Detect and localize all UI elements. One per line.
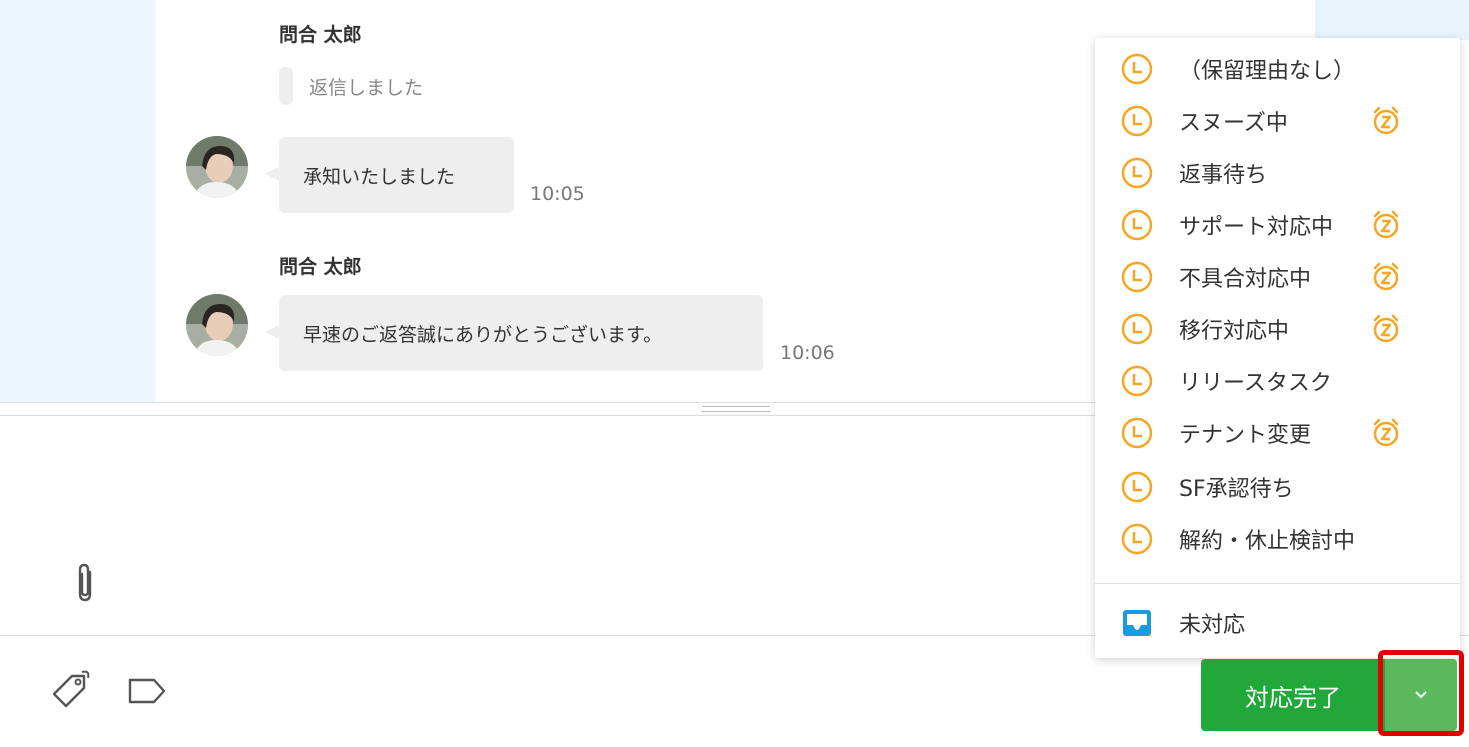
complete-button[interactable]: 対応完了 bbox=[1201, 659, 1385, 731]
message-sender: 問合 太郎 bbox=[279, 256, 362, 278]
status-item-label: テナント変更 bbox=[1179, 423, 1312, 448]
message-bubble: 早速のご返答誠にありがとうございます。 bbox=[265, 295, 763, 371]
status-item-label: 不具合対応中 bbox=[1179, 267, 1312, 292]
status-item-sf-approval[interactable]: SF承認待ち bbox=[1095, 462, 1460, 512]
status-item-support[interactable]: サポート対応中 bbox=[1095, 200, 1460, 250]
menu-divider bbox=[1095, 583, 1460, 584]
status-item-label: 移行対応中 bbox=[1179, 319, 1290, 344]
status-item-label: サポート対応中 bbox=[1179, 215, 1334, 240]
status-item-tenant[interactable]: テナント変更 bbox=[1095, 408, 1460, 458]
label-icon[interactable] bbox=[126, 674, 170, 708]
status-item-release[interactable]: リリースタスク bbox=[1095, 356, 1460, 406]
message-bubble: 承知いたしました bbox=[265, 137, 514, 213]
highlight-box bbox=[1378, 650, 1464, 736]
clock-icon bbox=[1121, 105, 1153, 137]
clock-icon bbox=[1121, 471, 1153, 503]
clock-icon bbox=[1121, 157, 1153, 189]
status-menu: （保留理由なし） スヌーズ中 返事待ち サポート対応中 不具合対応中 移行対応中… bbox=[1095, 38, 1460, 658]
alarm-snooze-icon bbox=[1373, 262, 1399, 291]
alarm-snooze-icon bbox=[1373, 418, 1399, 447]
alarm-snooze-icon bbox=[1373, 210, 1399, 239]
clock-icon bbox=[1121, 365, 1153, 397]
status-item-unhandled[interactable]: 未対応 bbox=[1095, 598, 1460, 648]
clock-icon bbox=[1121, 417, 1153, 449]
alarm-snooze-icon bbox=[1373, 106, 1399, 135]
status-item-snooze[interactable]: スヌーズ中 bbox=[1095, 96, 1460, 146]
status-item-label: リリースタスク bbox=[1179, 371, 1332, 396]
paperclip-icon[interactable] bbox=[66, 560, 106, 604]
left-background bbox=[0, 0, 155, 402]
status-item-label: 未対応 bbox=[1179, 613, 1246, 638]
status-item-bug[interactable]: 不具合対応中 bbox=[1095, 252, 1460, 302]
status-item-migration[interactable]: 移行対応中 bbox=[1095, 304, 1460, 354]
clock-icon bbox=[1121, 209, 1153, 241]
quote-text: 返信しました bbox=[309, 76, 424, 99]
message-time: 10:05 bbox=[530, 183, 585, 205]
right-background bbox=[1313, 0, 1469, 40]
composer-resize-bar[interactable] bbox=[0, 402, 1095, 416]
status-item-label: スヌーズ中 bbox=[1179, 111, 1288, 136]
status-item-none[interactable]: （保留理由なし） bbox=[1095, 44, 1460, 94]
status-item-label: （保留理由なし） bbox=[1179, 59, 1356, 84]
status-item-label: 返事待ち bbox=[1179, 163, 1268, 188]
message-sender: 問合 太郎 bbox=[279, 24, 362, 46]
status-item-cancellation[interactable]: 解約・休止検討中 bbox=[1095, 514, 1460, 564]
clock-icon bbox=[1121, 261, 1153, 293]
avatar bbox=[186, 136, 248, 198]
clock-icon bbox=[1121, 523, 1153, 555]
avatar bbox=[186, 294, 248, 356]
alarm-snooze-icon bbox=[1373, 314, 1399, 343]
status-item-waiting-reply[interactable]: 返事待ち bbox=[1095, 148, 1460, 198]
message-time: 10:06 bbox=[780, 342, 835, 364]
clock-icon bbox=[1121, 53, 1153, 85]
quote-bar bbox=[279, 67, 293, 105]
resize-grip-icon[interactable] bbox=[702, 406, 770, 412]
status-item-label: SF承認待ち bbox=[1179, 477, 1294, 502]
tag-icon[interactable] bbox=[48, 668, 92, 712]
status-item-label: 解約・休止検討中 bbox=[1179, 529, 1356, 554]
clock-icon bbox=[1121, 313, 1153, 345]
inbox-icon bbox=[1123, 610, 1151, 636]
reply-quote: 返信しました bbox=[279, 66, 423, 106]
message-composer[interactable] bbox=[0, 416, 1095, 636]
